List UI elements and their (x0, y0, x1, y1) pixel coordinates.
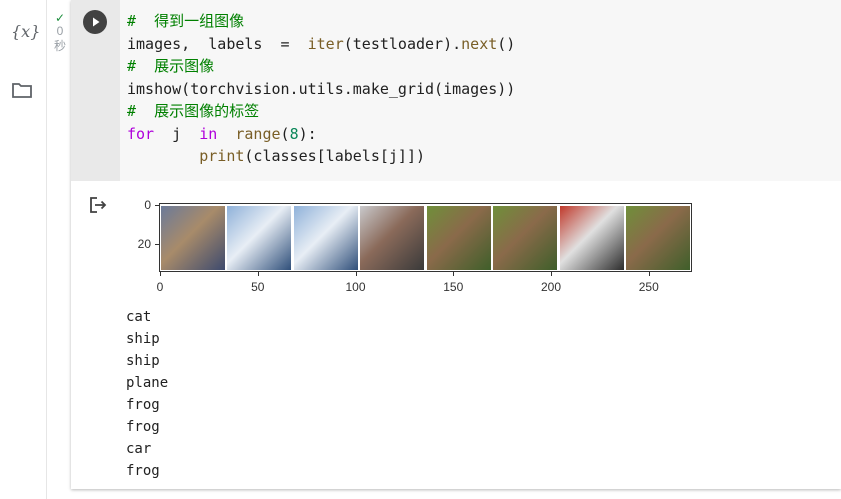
code-line: # 展示图像 (127, 57, 214, 75)
code-token: images, labels = (127, 34, 308, 53)
code-line: for j in range(8): (127, 125, 317, 143)
folder-icon[interactable] (11, 80, 33, 100)
y-tick-label: 0 (144, 198, 151, 212)
code-token: imshow(torchvision.utils.make_grid(image… (127, 79, 516, 98)
y-tick-mark (155, 244, 159, 246)
image-thumbnail (227, 206, 292, 270)
variables-icon[interactable]: {x} (11, 22, 40, 41)
code-token: () (497, 34, 516, 53)
image-thumbnail (559, 206, 624, 270)
image-thumbnail (161, 206, 225, 270)
output-line: frog (126, 397, 160, 413)
x-tick-mark (257, 272, 259, 276)
x-tick-label: 250 (638, 280, 659, 294)
x-tick-label: 0 (156, 280, 164, 294)
output-line: ship (126, 353, 160, 369)
x-tick-label: 100 (345, 280, 366, 294)
code-token: iter (307, 34, 344, 53)
image-thumbnail (426, 206, 491, 270)
execution-time-unit: 秒 (53, 39, 66, 53)
left-sidebar: {x} (0, 0, 47, 499)
code-token: # 展示图像 (127, 57, 215, 75)
code-token: ): (298, 124, 317, 143)
output-line: frog (126, 419, 160, 435)
code-token: 8 (289, 124, 299, 143)
output-line: plane (126, 375, 169, 391)
code-token: next (461, 34, 498, 53)
image-thumbnail (360, 206, 425, 270)
code-line: # 得到一组图像 (127, 12, 244, 30)
code-token: # 展示图像的标签 (127, 102, 260, 120)
output-line: frog (126, 463, 160, 479)
x-tick-mark (551, 272, 552, 276)
execution-time-value: 0 (56, 24, 64, 38)
code-line: print(classes[labels[j]]) (127, 147, 425, 165)
play-icon (93, 17, 100, 27)
x-tick-mark (355, 272, 357, 276)
code-content[interactable]: # 得到一组图像 images, labels = iter(testloade… (127, 10, 515, 168)
output-line: ship (126, 331, 160, 347)
printed-labels: cat ship ship plane frog frog car frog (126, 306, 168, 482)
x-tick-label: 200 (540, 280, 562, 294)
code-token: print (199, 147, 245, 165)
check-icon: ✓ (54, 11, 66, 25)
run-cell-button[interactable] (83, 10, 107, 34)
y-tick-label: 20 (137, 237, 151, 252)
code-line: imshow(torchvision.utils.make_grid(image… (127, 80, 515, 98)
code-token: range (235, 124, 281, 143)
code-token: for (127, 124, 155, 143)
code-token: (classes[labels[j]]) (244, 147, 426, 165)
x-tick-mark (453, 272, 455, 276)
image-thumbnail (626, 206, 691, 270)
code-token: in (199, 124, 218, 143)
code-line: images, labels = iter(testloader).next() (127, 35, 515, 53)
x-tick-label: 150 (443, 280, 464, 294)
output-redirect-icon[interactable] (88, 195, 108, 215)
x-tick-mark (648, 272, 650, 276)
code-token: ( (280, 124, 290, 143)
y-tick-mark (155, 205, 159, 206)
code-token: (testloader). (343, 34, 462, 53)
code-token: # 得到一组图像 (127, 12, 245, 30)
x-tick-label: 50 (251, 280, 265, 294)
execution-status: ✓ 0 秒 (50, 12, 70, 54)
image-thumbnail (493, 206, 558, 270)
output-line: car (126, 441, 152, 457)
image-thumbnail (293, 206, 358, 270)
code-token: j (154, 124, 200, 143)
code-line: # 展示图像的标签 (127, 102, 259, 120)
x-tick-mark (160, 272, 161, 276)
output-line: cat (126, 309, 152, 325)
